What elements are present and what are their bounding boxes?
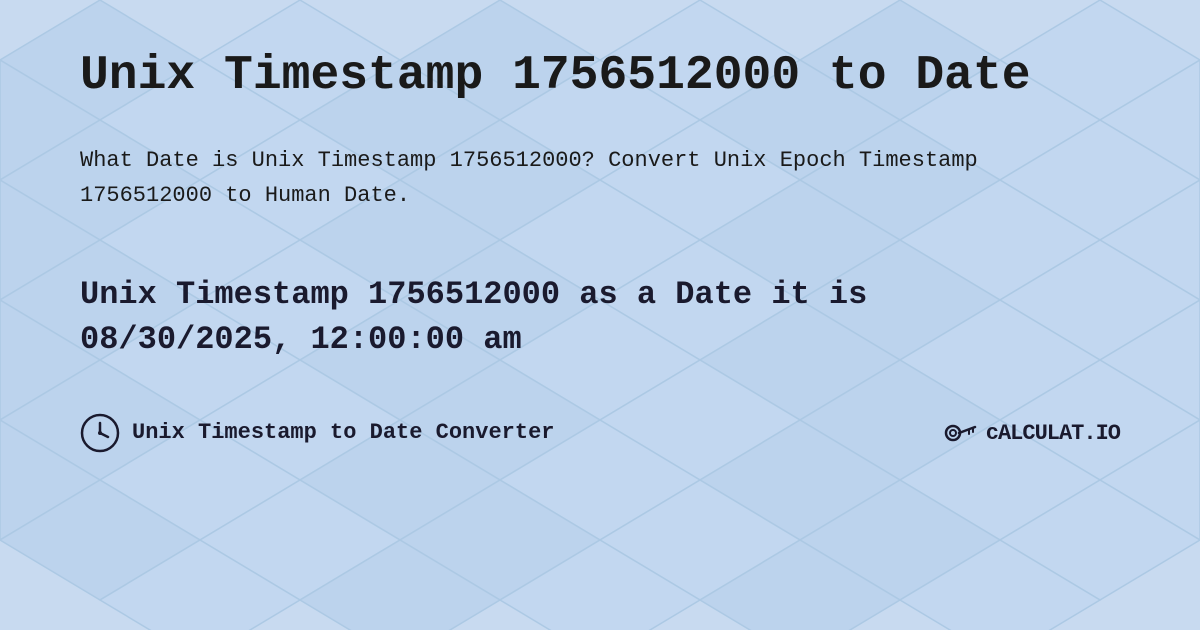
logo-area: cALCULAT.IO (943, 415, 1120, 450)
footer: Unix Timestamp to Date Converter cALCULA… (80, 413, 1120, 453)
footer-label: Unix Timestamp to Date Converter (132, 420, 554, 445)
result-text: Unix Timestamp 1756512000 as a Date it i… (80, 273, 1030, 363)
page-title: Unix Timestamp 1756512000 to Date (80, 50, 1120, 103)
page-description: What Date is Unix Timestamp 1756512000? … (80, 143, 980, 213)
logo-text: cALCULAT.IO (986, 417, 1120, 448)
clock-icon (80, 413, 120, 453)
logo-icon (943, 415, 978, 450)
result-section: Unix Timestamp 1756512000 as a Date it i… (80, 273, 1120, 363)
main-content: Unix Timestamp 1756512000 to Date What D… (0, 0, 1200, 493)
footer-left: Unix Timestamp to Date Converter (80, 413, 554, 453)
